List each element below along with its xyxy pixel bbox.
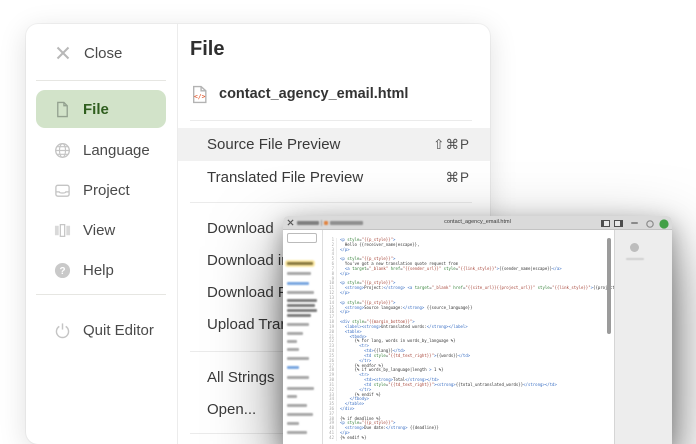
panel-layout-left-icon[interactable] bbox=[601, 220, 610, 227]
string-row-blurred[interactable] bbox=[287, 262, 313, 265]
quit-editor-button[interactable]: Quit Editor bbox=[26, 310, 177, 350]
project-icon bbox=[54, 182, 71, 199]
string-row-blurred[interactable] bbox=[287, 282, 309, 285]
menu-item-label: Translated File Preview bbox=[207, 169, 363, 186]
sidebar-item-project[interactable]: Project bbox=[26, 170, 177, 210]
menu-divider bbox=[190, 202, 472, 203]
string-row-blurred[interactable] bbox=[287, 404, 307, 407]
string-row-blurred[interactable] bbox=[287, 413, 313, 416]
string-row-blurred[interactable] bbox=[287, 323, 309, 326]
current-file-name: contact_agency_email.html bbox=[219, 86, 408, 102]
view-columns-icon bbox=[54, 222, 71, 239]
sidebar-item-view[interactable]: View bbox=[26, 210, 177, 250]
sidebar-item-label: Project bbox=[83, 182, 130, 199]
minimize-icon[interactable] bbox=[631, 222, 638, 224]
menu-sidebar: Close File Language Project View ? Help … bbox=[26, 24, 178, 444]
source-code: <p style="{{p_style}}"> Hello {{receiver… bbox=[340, 238, 614, 441]
power-icon bbox=[54, 322, 71, 339]
string-row-blurred[interactable] bbox=[287, 291, 314, 294]
string-row-blurred[interactable] bbox=[287, 314, 311, 317]
sidebar-item-language[interactable]: Language bbox=[26, 130, 177, 170]
circle-button-icon[interactable] bbox=[646, 220, 654, 228]
string-row-blurred[interactable] bbox=[287, 431, 307, 434]
close-label: Close bbox=[84, 45, 122, 62]
string-row-blurred[interactable] bbox=[287, 357, 309, 360]
page-title: File bbox=[190, 38, 224, 61]
sidebar-item-help[interactable]: ? Help bbox=[26, 250, 177, 290]
string-row-blurred[interactable] bbox=[287, 376, 309, 379]
shortcut-label: ⌘P bbox=[445, 170, 470, 186]
string-row-blurred[interactable] bbox=[287, 309, 317, 312]
code-scrollbar[interactable] bbox=[607, 238, 611, 334]
globe-icon bbox=[54, 142, 71, 159]
svg-text:</>: </> bbox=[194, 93, 206, 100]
search-in-file-input[interactable] bbox=[287, 233, 317, 243]
preview-window-body: 1234567891011121314151617181920212223242… bbox=[283, 230, 672, 444]
string-row-blurred[interactable] bbox=[287, 348, 299, 351]
blurred-text-bar bbox=[626, 258, 644, 260]
string-row-blurred[interactable] bbox=[287, 395, 297, 398]
avatar-placeholder-icon bbox=[630, 243, 639, 252]
green-status-icon[interactable] bbox=[659, 219, 669, 229]
menu-item-label: Open... bbox=[207, 401, 256, 418]
current-file-row: </> contact_agency_email.html bbox=[190, 82, 408, 106]
sidebar-item-label: View bbox=[83, 222, 115, 239]
file-icon bbox=[54, 101, 71, 118]
string-row-blurred[interactable] bbox=[287, 304, 315, 307]
line-numbers: 1234567891011121314151617181920212223242… bbox=[323, 238, 337, 441]
string-row-blurred[interactable] bbox=[287, 366, 299, 369]
panel-layout-right-icon[interactable] bbox=[614, 220, 623, 227]
menu-item-translated-file-preview[interactable]: Translated File Preview ⌘P bbox=[178, 161, 490, 194]
close-icon bbox=[54, 44, 72, 62]
shortcut-label: ⇧⌘P bbox=[433, 137, 470, 153]
preview-window-header: contact_agency_email.html bbox=[283, 216, 672, 230]
menu-item-source-file-preview[interactable]: Source File Preview ⇧⌘P bbox=[178, 128, 490, 161]
sidebar-divider bbox=[36, 294, 166, 295]
string-row-blurred[interactable] bbox=[287, 422, 299, 425]
menu-item-label: All Strings bbox=[207, 369, 275, 386]
strings-list-panel bbox=[283, 230, 323, 444]
string-row-blurred[interactable] bbox=[287, 332, 303, 335]
sidebar-divider bbox=[36, 80, 166, 81]
right-side-panel bbox=[614, 230, 672, 444]
menu-item-label: Download bbox=[207, 220, 274, 237]
source-code-pane: 1234567891011121314151617181920212223242… bbox=[323, 230, 614, 444]
sidebar-item-file[interactable]: File bbox=[36, 90, 166, 128]
quit-editor-label: Quit Editor bbox=[83, 322, 154, 339]
svg-text:?: ? bbox=[59, 265, 65, 276]
menu-item-label: Source File Preview bbox=[207, 136, 340, 153]
help-icon: ? bbox=[54, 262, 71, 279]
sidebar-item-label: Language bbox=[83, 142, 150, 159]
html-file-icon: </> bbox=[190, 85, 209, 104]
string-row-blurred[interactable] bbox=[287, 299, 317, 302]
sidebar-item-label: Help bbox=[83, 262, 114, 279]
source-file-preview-window: contact_agency_email.html 12345678910111… bbox=[283, 216, 672, 444]
string-row-blurred[interactable] bbox=[287, 340, 297, 343]
menu-divider bbox=[190, 120, 472, 121]
string-row-blurred[interactable] bbox=[287, 272, 311, 275]
close-button[interactable]: Close bbox=[26, 40, 177, 66]
string-row-blurred[interactable] bbox=[287, 387, 314, 390]
sidebar-item-label: File bbox=[83, 101, 109, 118]
